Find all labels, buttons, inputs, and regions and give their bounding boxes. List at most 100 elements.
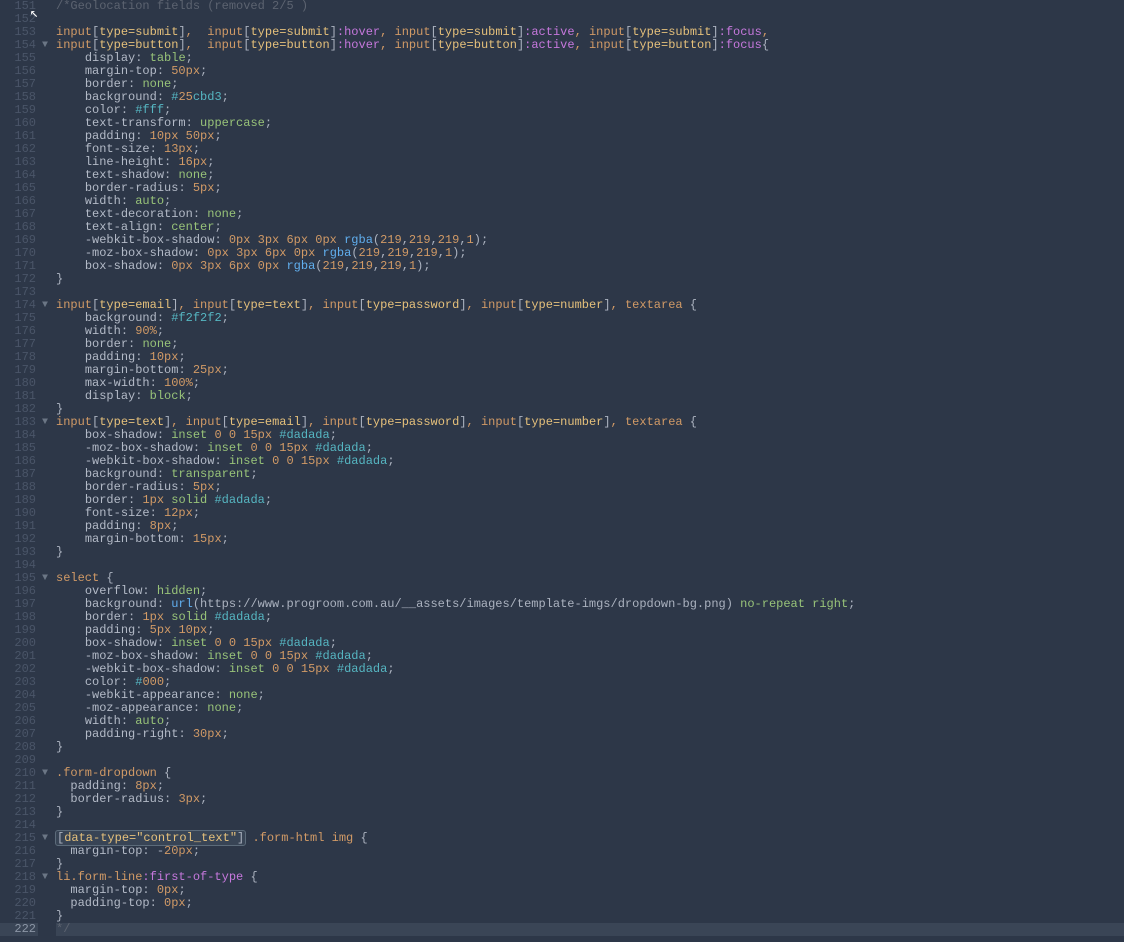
code-line[interactable]: li.form-line:first-of-type {: [56, 871, 1124, 884]
fold-toggle: [38, 858, 52, 871]
fold-toggle: [38, 442, 52, 455]
code-line[interactable]: line-height: 16px;: [56, 156, 1124, 169]
fold-toggle: [38, 702, 52, 715]
code-content[interactable]: /*Geolocation fields (removed 2/5 ) inpu…: [52, 0, 1124, 942]
fold-toggle: [38, 390, 52, 403]
fold-toggle: [38, 325, 52, 338]
fold-toggle: [38, 611, 52, 624]
code-line[interactable]: */: [56, 923, 1124, 936]
fold-toggle: [38, 533, 52, 546]
fold-toggle: [38, 624, 52, 637]
fold-toggle: [38, 156, 52, 169]
fold-toggle[interactable]: ▼: [38, 767, 52, 780]
code-line[interactable]: margin-bottom: 15px;: [56, 533, 1124, 546]
code-line[interactable]: width: 90%;: [56, 325, 1124, 338]
fold-toggle: [38, 234, 52, 247]
fold-toggle: [38, 182, 52, 195]
code-line[interactable]: margin-bottom: 25px;: [56, 364, 1124, 377]
fold-toggle: [38, 806, 52, 819]
fold-toggle: [38, 663, 52, 676]
fold-toggle: [38, 91, 52, 104]
fold-toggle: [38, 884, 52, 897]
code-line[interactable]: display: block;: [56, 390, 1124, 403]
code-line[interactable]: font-size: 13px;: [56, 143, 1124, 156]
fold-toggle: [38, 260, 52, 273]
fold-toggle: [38, 104, 52, 117]
fold-toggle: [38, 780, 52, 793]
code-line[interactable]: display: table;: [56, 52, 1124, 65]
line-number-gutter[interactable]: 1511521531541551561571581591601611621631…: [0, 0, 38, 942]
fold-toggle: [38, 754, 52, 767]
fold-toggle: [38, 468, 52, 481]
code-line[interactable]: padding-top: 0px;: [56, 897, 1124, 910]
fold-toggle: [38, 117, 52, 130]
fold-toggle: [38, 819, 52, 832]
fold-toggle: [38, 728, 52, 741]
code-line[interactable]: [data-type="control_text"] .form-html im…: [56, 832, 1124, 845]
code-line[interactable]: padding-right: 30px;: [56, 728, 1124, 741]
fold-toggle: [38, 598, 52, 611]
code-line[interactable]: }: [56, 806, 1124, 819]
line-number[interactable]: 222: [0, 923, 38, 936]
code-line[interactable]: }: [56, 910, 1124, 923]
fold-toggle: [38, 793, 52, 806]
code-line[interactable]: margin-top: -20px;: [56, 845, 1124, 858]
fold-toggle[interactable]: ▼: [38, 416, 52, 429]
fold-toggle: [38, 429, 52, 442]
fold-toggle: [38, 923, 52, 936]
fold-toggle[interactable]: ▼: [38, 39, 52, 52]
fold-toggle: [38, 637, 52, 650]
fold-toggle[interactable]: ▼: [38, 871, 52, 884]
fold-toggle: [38, 559, 52, 572]
fold-toggle: [38, 338, 52, 351]
fold-toggle: [38, 13, 52, 26]
code-line[interactable]: }: [56, 546, 1124, 559]
fold-toggle: [38, 676, 52, 689]
code-line[interactable]: }: [56, 273, 1124, 286]
fold-toggle: [38, 169, 52, 182]
fold-toggle: [38, 650, 52, 663]
code-line[interactable]: }: [56, 741, 1124, 754]
code-line[interactable]: /*Geolocation fields (removed 2/5 ): [56, 0, 1124, 13]
fold-toggle[interactable]: ▼: [38, 299, 52, 312]
code-line[interactable]: background: #f2f2f2;: [56, 312, 1124, 325]
fold-toggle: [38, 221, 52, 234]
code-line[interactable]: padding: 10px 50px;: [56, 130, 1124, 143]
code-line[interactable]: background: #25cbd3;: [56, 91, 1124, 104]
fold-toggle: [38, 455, 52, 468]
code-line[interactable]: margin-top: 50px;: [56, 65, 1124, 78]
code-line[interactable]: -webkit-box-shadow: inset 0 0 15px #dada…: [56, 663, 1124, 676]
code-line[interactable]: input[type=button], input[type=button]:h…: [56, 39, 1124, 52]
fold-column[interactable]: ▼ ▼ ▼ ▼ ▼ ▼ ▼: [38, 0, 52, 942]
code-line[interactable]: border-radius: 3px;: [56, 793, 1124, 806]
code-line[interactable]: -moz-appearance: none;: [56, 702, 1124, 715]
fold-toggle: [38, 377, 52, 390]
code-line[interactable]: font-size: 12px;: [56, 507, 1124, 520]
fold-toggle: [38, 208, 52, 221]
code-line[interactable]: .form-dropdown {: [56, 767, 1124, 780]
code-line[interactable]: padding: 8px;: [56, 780, 1124, 793]
fold-toggle: [38, 286, 52, 299]
code-line[interactable]: margin-top: 0px;: [56, 884, 1124, 897]
code-line[interactable]: select {: [56, 572, 1124, 585]
fold-toggle: [38, 715, 52, 728]
fold-toggle: [38, 26, 52, 39]
fold-toggle: [38, 546, 52, 559]
fold-toggle[interactable]: ▼: [38, 832, 52, 845]
code-line[interactable]: border: 1px solid #dadada;: [56, 494, 1124, 507]
fold-toggle[interactable]: ▼: [38, 572, 52, 585]
code-line[interactable]: border: none;: [56, 338, 1124, 351]
fold-toggle: [38, 845, 52, 858]
fold-toggle: [38, 741, 52, 754]
code-line[interactable]: box-shadow: 0px 3px 6px 0px rgba(219,219…: [56, 260, 1124, 273]
code-line[interactable]: [56, 754, 1124, 767]
fold-toggle: [38, 494, 52, 507]
fold-toggle: [38, 585, 52, 598]
fold-toggle: [38, 52, 52, 65]
code-line[interactable]: border: 1px solid #dadada;: [56, 611, 1124, 624]
code-line[interactable]: [56, 559, 1124, 572]
fold-toggle: [38, 195, 52, 208]
code-line[interactable]: border-radius: 5px;: [56, 182, 1124, 195]
code-line[interactable]: max-width: 100%;: [56, 377, 1124, 390]
code-editor[interactable]: 1511521531541551561571581591601611621631…: [0, 0, 1124, 942]
